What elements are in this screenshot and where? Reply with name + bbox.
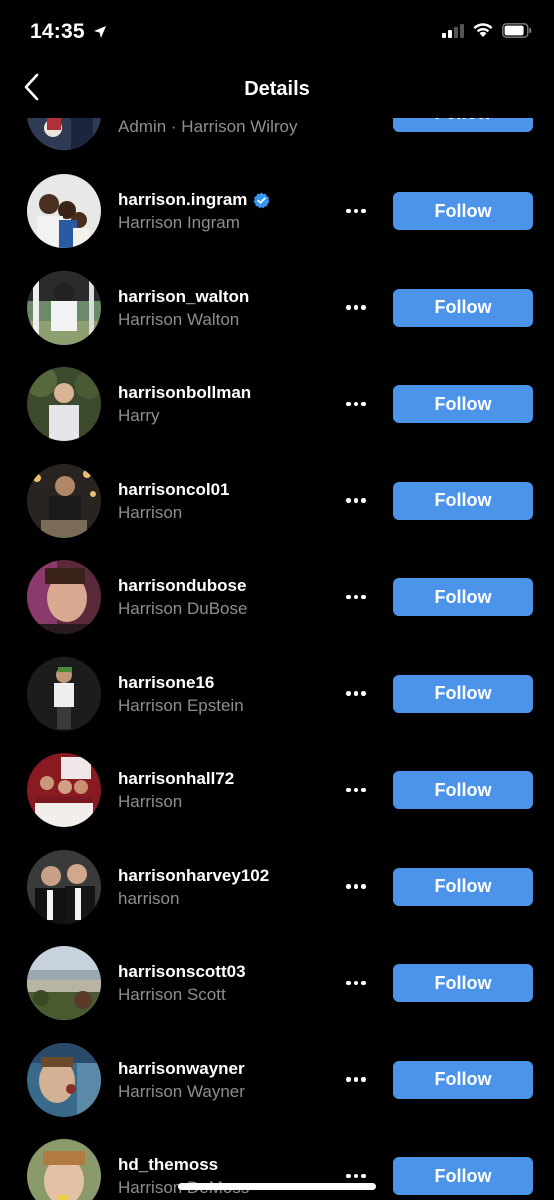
battery-icon [502,22,532,38]
avatar[interactable] [27,753,101,827]
home-indicator[interactable] [178,1183,376,1190]
list-item-username[interactable]: harrison.ingram [118,190,270,210]
avatar[interactable] [27,1042,101,1117]
more-options-icon[interactable] [340,587,372,607]
cellular-signal-icon [442,22,464,38]
list-item-username[interactable]: harrisonbollman [118,383,251,403]
list-item-username[interactable]: harrisondubose [118,576,246,596]
username-text: harrison.ingram [118,190,248,209]
follow-button[interactable]: Follow [393,1157,533,1195]
status-indicators [442,22,532,38]
list-item-partial[interactable]: Admin · Harrison Wilroy Follow [0,118,554,151]
list-item-username[interactable]: harrisonhall72 [118,769,234,789]
follow-button[interactable]: Follow [393,481,533,520]
follow-button[interactable]: Follow [393,578,533,616]
more-options-icon[interactable] [340,298,372,318]
list-item-fullname: Harry [118,406,160,425]
follow-button[interactable]: Follow [393,288,533,327]
list-item-fullname: Harrison Ingram [118,213,240,232]
follow-button[interactable]: Follow [393,192,533,230]
list-item[interactable]: hd_themoss Harrison DeMoss Follow [0,1139,554,1200]
list-item-fullname: Harrison Scott [118,985,226,1004]
avatar[interactable] [27,367,101,441]
list-item-subtitle: Admin · Harrison Wilroy [118,118,298,136]
list-item[interactable]: harrisonhall72 Harrison Follow [0,753,554,850]
list-item[interactable]: harrisonwayner Harrison Wayner Follow [0,1042,554,1140]
verified-badge-icon [253,192,270,208]
follow-button[interactable]: Follow [393,118,533,132]
more-options-icon[interactable] [340,780,372,800]
list-item-fullname: harrison [118,888,180,908]
list-item-fullname: Harrison [118,502,183,522]
list-item[interactable]: harrisone16 Harrison Epstein Follow [0,656,554,754]
list-item-fullname: Harrison Wayner [118,1081,245,1101]
more-options-icon[interactable] [340,877,372,897]
more-options-icon[interactable] [340,394,372,414]
list-item[interactable]: harrison_walton Harrison Walton Follow [0,270,554,368]
list-item[interactable]: harrisonbollman Harry Follow [0,367,554,464]
list-item-username[interactable]: harrisoncol01 [118,480,230,500]
status-time: 14:35 [30,20,85,43]
more-options-icon[interactable] [340,1070,372,1090]
list-item[interactable]: harrisonscott03 Harrison Scott Follow [0,946,554,1043]
follow-button[interactable]: Follow [393,867,533,906]
avatar[interactable] [27,463,101,538]
avatar[interactable] [27,656,101,731]
list-item-username[interactable]: hd_themoss [118,1155,218,1175]
list-item-fullname: Harrison DuBose [118,599,248,618]
follow-button[interactable]: Follow [393,964,533,1002]
more-options-icon[interactable] [340,201,372,221]
avatar[interactable] [27,1139,101,1200]
follow-button[interactable]: Follow [393,674,533,713]
avatar[interactable] [27,849,101,924]
list-item-fullname: Harrison [118,792,183,811]
list-item-username[interactable]: harrisone16 [118,673,214,693]
location-arrow-icon [94,26,106,38]
list-item[interactable]: harrison.ingram Harrison Ingram Follow [0,174,554,271]
list-item-username[interactable]: harrisonscott03 [118,962,246,982]
list-item[interactable]: harrisonharvey102 harrison Follow [0,849,554,947]
list-item[interactable]: harrisoncol01 Harrison Follow [0,463,554,561]
avatar[interactable] [27,118,101,150]
avatar[interactable] [27,270,101,345]
list-item-username[interactable]: harrisonwayner [118,1059,245,1079]
user-list: Admin · Harrison Wilroy Follow harrison.… [0,118,554,1200]
list-item[interactable]: harrisondubose Harrison DuBose Follow [0,560,554,657]
wifi-icon [473,23,493,37]
list-item-username[interactable]: harrison_walton [118,287,249,307]
page-title: Details [244,78,310,100]
more-options-icon[interactable] [340,684,372,704]
follow-button[interactable]: Follow [393,771,533,809]
follow-button[interactable]: Follow [393,1060,533,1099]
status-bar: 14:35 [0,0,554,62]
more-options-icon[interactable] [340,491,372,511]
follow-button[interactable]: Follow [393,385,533,423]
list-item-username[interactable]: harrisonharvey102 [118,866,269,886]
list-item-fullname: Harrison Walton [118,309,240,329]
avatar[interactable] [27,560,101,634]
navigation-bar: Details [0,62,554,118]
more-options-icon[interactable] [340,973,372,993]
list-item-fullname: Harrison Epstein [118,695,244,715]
avatar[interactable] [27,174,101,248]
avatar[interactable] [27,946,101,1020]
